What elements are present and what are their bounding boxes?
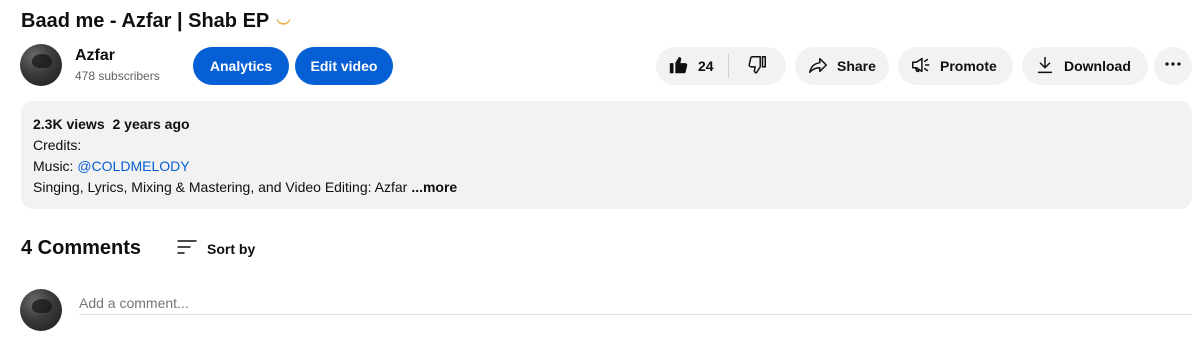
dislike-button[interactable]	[729, 47, 786, 85]
more-link[interactable]: ...more	[411, 179, 457, 195]
more-vert-icon	[1162, 53, 1184, 80]
comments-header: 4 Comments Sort by	[21, 235, 255, 262]
promote-button[interactable]: Promote	[898, 47, 1013, 85]
download-label: Download	[1064, 58, 1131, 74]
video-title: Baad me - Azfar | Shab EP	[21, 8, 293, 34]
sort-icon	[175, 235, 199, 262]
share-label: Share	[837, 58, 876, 74]
sort-label: Sort by	[207, 240, 256, 257]
thumbs-up-icon	[668, 54, 690, 79]
like-count: 24	[698, 58, 714, 74]
channel-owner: Azfar 478 subscribers	[20, 44, 160, 86]
like-dislike-group: 24	[656, 47, 786, 85]
video-meta: 2.3K views 2 years ago	[33, 114, 1180, 135]
view-count: 2.3K views	[33, 116, 105, 132]
comments-count: 4 Comments	[21, 237, 142, 259]
edit-video-button[interactable]: Edit video	[295, 47, 393, 85]
channel-name[interactable]: Azfar	[75, 45, 160, 67]
comment-input[interactable]	[79, 289, 1192, 315]
download-icon	[1034, 54, 1056, 79]
music-link[interactable]: @COLDMELODY	[77, 158, 189, 174]
description-box[interactable]: 2.3K views 2 years ago Credits: Music: @…	[21, 101, 1192, 209]
channel-avatar[interactable]	[20, 44, 62, 86]
analytics-button[interactable]: Analytics	[193, 47, 289, 85]
description-roles-text: Singing, Lyrics, Mixing & Mastering, and…	[33, 179, 408, 195]
upload-age: 2 years ago	[112, 116, 190, 132]
more-actions-button[interactable]	[1154, 47, 1192, 85]
description-line-credits: Credits:	[33, 137, 82, 153]
thumbs-down-icon	[746, 54, 768, 79]
moon-icon	[273, 8, 293, 34]
promote-icon	[910, 54, 932, 79]
promote-label: Promote	[940, 58, 997, 74]
add-comment-row	[20, 289, 1192, 331]
download-button[interactable]: Download	[1022, 47, 1148, 85]
subscriber-count: 478 subscribers	[75, 69, 160, 83]
description-line-roles: Singing, Lyrics, Mixing & Mastering, and…	[33, 177, 1180, 198]
video-title-text: Baad me - Azfar | Shab EP	[21, 9, 270, 32]
user-avatar	[20, 289, 62, 331]
description-line-music: Music: @COLDMELODY	[33, 156, 1180, 177]
share-icon	[807, 54, 829, 79]
music-prefix: Music:	[33, 158, 78, 174]
like-button[interactable]: 24	[656, 47, 728, 85]
share-button[interactable]: Share	[795, 47, 889, 85]
sort-button[interactable]: Sort by	[175, 235, 255, 262]
